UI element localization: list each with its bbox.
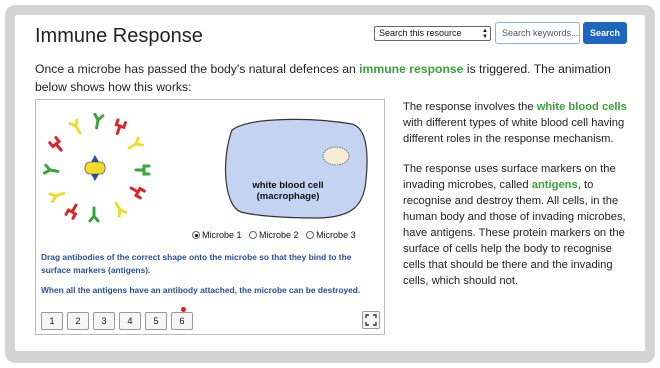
side-text: The response involves the white blood ce… xyxy=(403,99,633,303)
microbe-option-label: Microbe 3 xyxy=(316,230,356,240)
side-p1-before: The response involves the xyxy=(403,101,537,113)
animation-panel: white blood cell (macrophage) Microbe 1 … xyxy=(35,99,385,335)
cell-label-line2: (macrophage) xyxy=(257,191,320,202)
page-button-6-label: 6 xyxy=(179,316,185,326)
antibody-icon[interactable] xyxy=(88,206,100,223)
page-button-3[interactable]: 3 xyxy=(93,312,115,330)
antigens-link[interactable]: antigens xyxy=(532,179,578,191)
content-card: Immune Response Search this resource ▲ ▼ … xyxy=(15,15,645,351)
intro-before: Once a microbe has passed the body's nat… xyxy=(35,62,360,76)
antibody-icon[interactable] xyxy=(68,118,83,135)
cell-label-line1: white blood cell xyxy=(251,180,323,191)
select-arrows-icon: ▲ ▼ xyxy=(482,28,488,40)
side-paragraph-2: The response uses surface markers on the… xyxy=(403,161,633,289)
search-scope-select[interactable]: Search this resource ▲ ▼ xyxy=(374,26,491,41)
antibody-icon[interactable] xyxy=(42,163,60,175)
current-page-indicator-icon xyxy=(181,307,186,312)
side-paragraph-1: The response involves the white blood ce… xyxy=(403,99,633,147)
antibody-icon[interactable] xyxy=(127,136,144,151)
microbe-selector: Microbe 1 Microbe 2 Microbe 3 xyxy=(192,230,361,240)
animation-canvas: white blood cell (macrophage) xyxy=(42,112,368,223)
search-button[interactable]: Search xyxy=(583,22,627,44)
microbe-option-2[interactable]: Microbe 2 xyxy=(249,230,299,240)
antibody-icon[interactable] xyxy=(134,164,151,176)
fullscreen-button[interactable] xyxy=(362,311,380,329)
antibody-icon[interactable] xyxy=(48,190,66,203)
microbe-option-3[interactable]: Microbe 3 xyxy=(306,230,356,240)
white-blood-cell-shape xyxy=(224,118,368,219)
page-button-1[interactable]: 1 xyxy=(41,312,63,330)
fullscreen-icon xyxy=(365,314,377,326)
antibody-icon[interactable] xyxy=(48,136,64,153)
antibody-icon[interactable] xyxy=(64,203,79,220)
microbe-option-1[interactable]: Microbe 1 xyxy=(192,230,242,240)
radio-icon xyxy=(306,231,315,239)
nucleus-icon xyxy=(322,146,350,166)
page-button-6[interactable]: 6 xyxy=(171,307,193,330)
search-input[interactable]: Search keywords... xyxy=(495,22,580,44)
radio-icon xyxy=(249,231,258,239)
page-title: Immune Response xyxy=(35,25,203,47)
immune-response-link[interactable]: immune response xyxy=(359,62,463,76)
antibody-icon[interactable] xyxy=(113,201,128,218)
white-blood-cells-link[interactable]: white blood cells xyxy=(537,101,627,113)
microbe-option-label: Microbe 1 xyxy=(202,230,242,240)
antibody-icon[interactable] xyxy=(93,112,105,130)
antibody-icon[interactable] xyxy=(129,185,146,200)
side-p1-after: with different types of white blood cell… xyxy=(403,117,625,145)
page-button-4[interactable]: 4 xyxy=(119,312,141,330)
intro-text: Once a microbe has passed the body's nat… xyxy=(35,60,635,96)
instruction-text: Drag antibodies of the correct shape ont… xyxy=(41,252,352,275)
search-scope-label: Search this resource xyxy=(379,28,462,38)
page-button-5[interactable]: 5 xyxy=(145,312,167,330)
page-button-2[interactable]: 2 xyxy=(67,312,89,330)
side-p2-after: , to recognise and destroy them. All cel… xyxy=(403,179,626,287)
microbe-option-label: Microbe 2 xyxy=(259,230,299,240)
microbe-icon xyxy=(84,155,106,181)
instruction-text-2: When all the antigens have an antibody a… xyxy=(41,285,361,295)
radio-selected-icon xyxy=(192,231,200,239)
antibody-icon[interactable] xyxy=(114,118,127,136)
